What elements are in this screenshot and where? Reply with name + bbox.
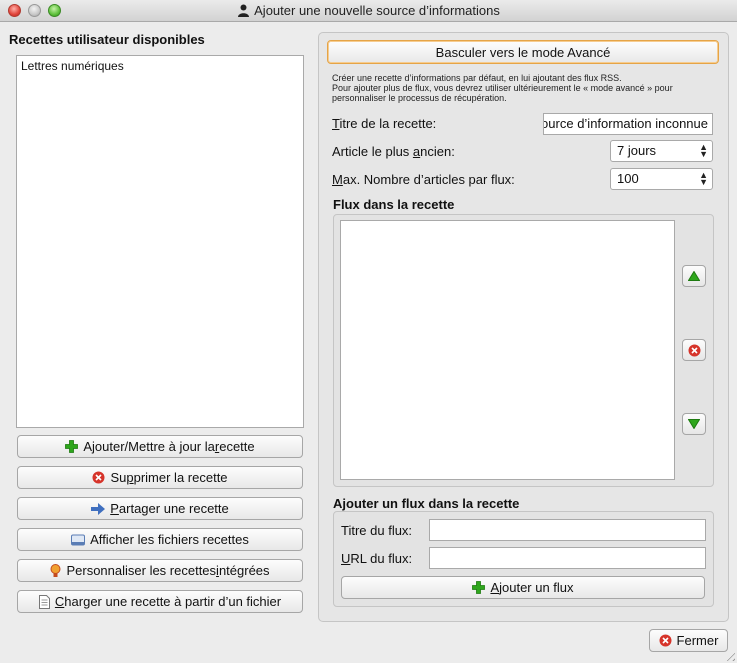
recipe-title-label: Titre de la recette: xyxy=(332,116,437,131)
feed-list[interactable] xyxy=(340,220,675,480)
show-recipe-files-button[interactable]: Afficher les fichiers recettes xyxy=(17,528,303,551)
arrow-right-icon xyxy=(91,502,106,515)
load-recipe-from-file-button[interactable]: Charger une recette à partir d’un fichie… xyxy=(17,590,303,613)
stepper-arrows-icon[interactable]: ▲ ▼ xyxy=(699,171,708,187)
title-bar: Ajouter une nouvelle source d’informatio… xyxy=(0,0,737,22)
window-title: Ajouter une nouvelle source d’informatio… xyxy=(0,3,737,18)
share-recipe-button[interactable]: Partager une recette xyxy=(17,497,303,520)
plus-icon xyxy=(472,581,486,594)
dialog-window: Ajouter une nouvelle source d’informatio… xyxy=(0,0,737,663)
user-icon xyxy=(238,4,250,17)
add-feed-button[interactable]: Ajouter un flux xyxy=(341,576,705,599)
recipe-title-input[interactable]: Source d’information inconnue xyxy=(543,113,713,135)
arrow-up-icon xyxy=(688,271,700,281)
drive-icon xyxy=(71,534,86,546)
feeds-section-title: Flux dans la recette xyxy=(333,197,455,212)
recipe-description: Créer une recette d’informations par déf… xyxy=(332,73,673,103)
arrow-down-icon xyxy=(688,419,700,429)
close-button[interactable]: Fermer xyxy=(649,629,728,652)
oldest-article-spinbox[interactable]: 7 jours ▲ ▼ xyxy=(610,140,713,162)
move-up-button[interactable] xyxy=(682,265,706,287)
move-down-button[interactable] xyxy=(682,413,706,435)
lightbulb-icon xyxy=(50,563,61,578)
delete-recipe-button[interactable]: Su p primer la recette xyxy=(17,466,303,489)
delete-icon xyxy=(688,344,700,356)
document-icon xyxy=(38,594,50,609)
feed-title-label: Titre du flux: xyxy=(341,523,413,538)
delete-icon xyxy=(92,471,105,484)
feed-url-input[interactable] xyxy=(429,547,706,569)
switch-advanced-mode-button[interactable]: Basculer vers le mode Avancé xyxy=(327,40,719,64)
customize-builtin-recipes-button[interactable]: Personnaliser les recettes i ntégrées xyxy=(17,559,303,582)
recipe-list[interactable]: Lettres numériques xyxy=(16,55,304,428)
available-recipes-header: Recettes utilisateur disponibles xyxy=(9,32,205,47)
feed-title-input[interactable] xyxy=(429,519,706,541)
plus-icon xyxy=(65,440,79,453)
feed-url-label: URL du flux: xyxy=(341,551,413,566)
list-item[interactable]: Lettres numériques xyxy=(17,56,303,76)
oldest-article-label: Article le plus ancien: xyxy=(332,144,455,159)
max-articles-spinbox[interactable]: 100 ▲ ▼ xyxy=(610,168,713,190)
close-icon xyxy=(659,634,672,647)
add-feed-section-title: Ajouter un flux dans la recette xyxy=(333,496,520,511)
stepper-arrows-icon[interactable]: ▲ ▼ xyxy=(699,143,708,159)
remove-feed-button[interactable] xyxy=(682,339,706,361)
add-update-recipe-button[interactable]: Ajouter/Mettre à jour la r ecette xyxy=(17,435,303,458)
max-articles-label: Max. Nombre d’articles par flux: xyxy=(332,172,515,187)
